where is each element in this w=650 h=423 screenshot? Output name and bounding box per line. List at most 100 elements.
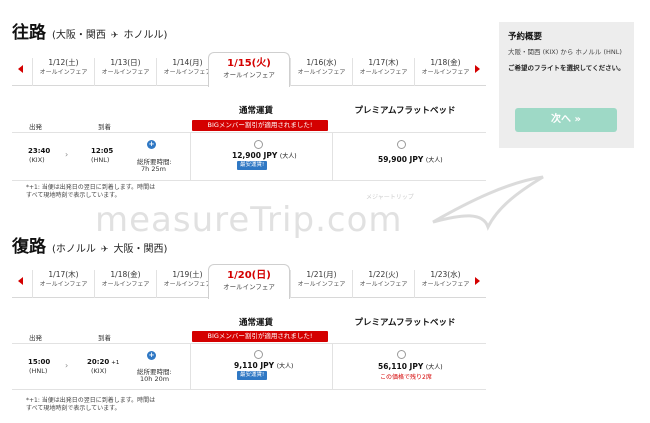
lowest-fare-badge: 最安運賃! (237, 161, 268, 170)
date-tab[interactable]: 1/17(木) オールインフェア (352, 58, 414, 86)
price-premium: 59,900 JPY (大人) (378, 155, 443, 164)
price-normal-value: 9,110 JPY (234, 361, 275, 370)
prev-dates-arrow-icon[interactable] (18, 277, 23, 285)
date-tab[interactable]: 1/13(日) オールインフェア (94, 58, 156, 86)
outbound-title-row: 往路 (大阪・関西 ✈ ホノルル) (12, 18, 167, 43)
return-note-line2: すべて現地時刻で表示しています。 (26, 405, 121, 412)
date-tab-fare: オールインフェア (39, 69, 88, 76)
column-divider (190, 344, 191, 389)
price-premium-value: 56,110 JPY (378, 362, 424, 371)
pax-label: (大人) (276, 363, 294, 370)
date-tab-fare: オールインフェア (421, 69, 470, 76)
arr-time: 12:05 (91, 147, 114, 155)
date-tab-fare: オールインフェア (421, 281, 470, 288)
promo-banner: BIGメンバー割引が適用されました! (192, 120, 328, 131)
date-tab-fare: オールインフェア (39, 281, 88, 288)
dep-airport: (KIX) (29, 156, 45, 164)
return-row-bottom (12, 389, 486, 390)
outbound-col-header (12, 132, 486, 133)
date-tab-fare: オールインフェア (101, 69, 150, 76)
outbound-note-line2: すべて現地時刻で表示しています。 (26, 192, 121, 199)
col-depart-label: 出発 (29, 334, 42, 342)
next-dates-arrow-icon[interactable] (475, 277, 480, 285)
column-divider (190, 133, 191, 180)
date-tab-fare: オールインフェア (297, 281, 346, 288)
plane-icon: ✈ (100, 245, 109, 255)
prev-dates-arrow-icon[interactable] (18, 65, 23, 73)
date-tab[interactable]: 1/12(土) オールインフェア (32, 58, 94, 86)
fare-header-premium: プレミアムフラットベッド (354, 318, 456, 328)
fare-radio-normal[interactable] (254, 140, 263, 149)
price-premium-value: 59,900 JPY (378, 155, 424, 164)
arr-airport: (KIX) (91, 367, 107, 375)
watermark-subtext: メジャートリップ (366, 194, 414, 201)
chevron-right-icon: › (65, 150, 69, 159)
flight-info-icon[interactable]: + (147, 351, 156, 360)
date-tab-label: 1/17(木) (48, 270, 79, 279)
fare-radio-premium[interactable] (397, 140, 406, 149)
next-day-marker: +1 (111, 360, 120, 366)
price-premium: 56,110 JPY (大人) (378, 362, 443, 371)
arr-time-value: 20:20 (87, 358, 110, 366)
summary-prompt: ご希望のフライトを選択してください。 (508, 64, 625, 72)
fare-radio-normal[interactable] (254, 350, 263, 359)
next-dates-arrow-icon[interactable] (475, 65, 480, 73)
duration-value: 7h 25m (141, 165, 166, 173)
col-arrive-label: 到着 (98, 123, 111, 131)
column-divider (332, 133, 333, 180)
date-tab-fare: オールインフェア (297, 69, 346, 76)
date-tab-fare: オールインフェア (359, 69, 408, 76)
date-tab-label: 1/15(火) (227, 58, 271, 69)
fare-header-premium: プレミアムフラットベッド (354, 106, 456, 116)
return-from: (ホノルル (52, 244, 96, 255)
dep-airport: (HNL) (29, 367, 48, 375)
chevron-right-icon: › (65, 361, 69, 370)
lowest-fare-badge: 最安運賃! (237, 371, 268, 380)
date-tab[interactable]: 1/23(水) オールインフェア (414, 270, 476, 298)
date-tab-fare: オールインフェア (101, 281, 150, 288)
pax-label: (大人) (279, 153, 297, 160)
date-tab-label: 1/23(水) (430, 270, 461, 279)
date-tab[interactable]: 1/16(水) オールインフェア (290, 58, 352, 86)
date-tab-label: 1/18(金) (430, 58, 461, 67)
return-title: 復路 (12, 237, 46, 257)
pax-label: (大人) (425, 364, 443, 371)
promo-banner: BIGメンバー割引が適用されました! (192, 331, 328, 342)
seats-remaining: この価格で残り2席 (380, 374, 432, 381)
fare-radio-premium[interactable] (397, 350, 406, 359)
fare-header-normal: 通常運賃 (238, 106, 273, 116)
date-tab-label: 1/20(日) (227, 270, 271, 281)
price-normal: 12,900 JPY (大人) (232, 151, 297, 160)
summary-title: 予約概要 (508, 32, 543, 42)
date-tab-label: 1/13(日) (110, 58, 141, 67)
outbound-to: ホノルル) (123, 30, 168, 41)
price-normal-value: 12,900 JPY (232, 151, 278, 160)
flight-info-icon[interactable]: + (147, 140, 156, 149)
date-tab-label: 1/12(土) (48, 58, 79, 67)
date-tab-label: 1/17(木) (368, 58, 399, 67)
date-tab[interactable]: 1/21(月) オールインフェア (290, 270, 352, 298)
date-tab-fare: オールインフェア (359, 281, 408, 288)
date-tab[interactable]: 1/22(火) オールインフェア (352, 270, 414, 298)
outbound-title: 往路 (12, 23, 46, 43)
date-tab[interactable]: 1/18(金) オールインフェア (94, 270, 156, 298)
date-tab[interactable]: 1/17(木) オールインフェア (32, 270, 94, 298)
return-to: 大阪・関西) (113, 244, 168, 255)
date-tab-selected[interactable]: 1/15(火) オールインフェア (208, 52, 290, 87)
arr-time: 20:20 +1 (87, 358, 119, 366)
dep-time: 23:40 (28, 147, 51, 155)
next-button[interactable]: 次へ » (515, 108, 617, 132)
date-tab-label: 1/22(火) (368, 270, 399, 279)
plane-icon: ✈ (110, 31, 119, 41)
column-divider (332, 344, 333, 389)
return-note-line1: *+1: 当便は出発日の翌日に到着します。時間は (26, 397, 156, 404)
price-normal: 9,110 JPY (大人) (234, 361, 293, 370)
date-tab-label: 1/21(月) (306, 270, 337, 279)
fare-header-normal: 通常運賃 (238, 318, 273, 328)
date-tab-fare: オールインフェア (223, 283, 275, 291)
date-tab[interactable]: 1/18(金) オールインフェア (414, 58, 476, 86)
date-tab-fare: オールインフェア (223, 71, 275, 79)
date-tab-selected[interactable]: 1/20(日) オールインフェア (208, 264, 290, 299)
outbound-note-line1: *+1: 当便は出発日の翌日に到着します。時間は (26, 184, 156, 191)
watermark-plane-icon (432, 175, 544, 231)
